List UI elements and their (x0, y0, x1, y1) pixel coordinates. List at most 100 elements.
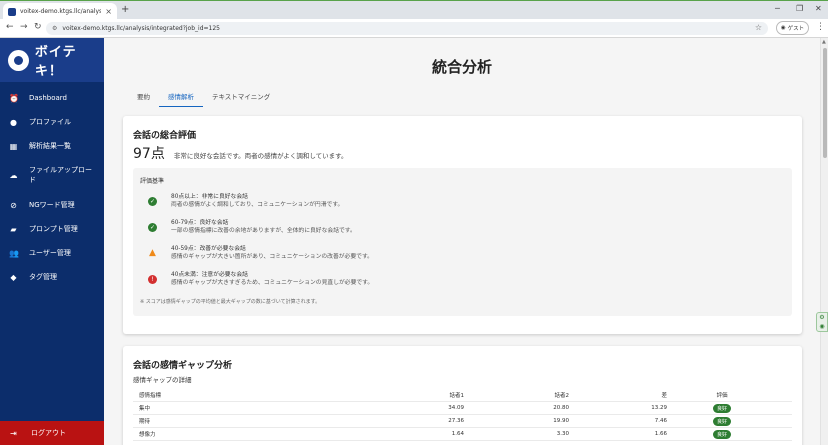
cell-speaker2: 20.80 (553, 405, 569, 411)
alarm-icon: ⏰ (9, 93, 19, 103)
sidebar-item-label: ファイルアップロード (29, 166, 92, 184)
score-row: 97点 非常に良好な会話です。両者の感情がよく調和しています。 (133, 143, 348, 163)
sidebar-item-users[interactable]: 👥 ユーザー管理 (0, 248, 104, 258)
criteria-title: 40-59点：改善が必要な会話 (171, 246, 246, 252)
sidebar: ボイテキ！ ⏰ Dashboard ● プロファイル ▦ 解析結果一覧 ☁ ファ… (0, 38, 104, 445)
block-icon: ⊘ (10, 200, 17, 210)
criteria-title: 80点以上：非常に良好な会話 (171, 194, 248, 200)
cell-speaker2: 3.30 (556, 431, 569, 437)
cell-speaker1: 27.36 (448, 418, 464, 424)
column-header: 評価 (716, 393, 728, 399)
sidebar-item-label: プロファイル (29, 118, 71, 126)
page-title: 統合分析 (431, 58, 492, 76)
browser-tab[interactable]: voitex-demo.ktgs.llc/analysis/c × (3, 3, 117, 20)
column-header: 話者1 (449, 393, 465, 399)
new-tab-icon[interactable]: + (121, 4, 129, 15)
check-circle-icon: ✓ (148, 222, 157, 232)
scroll-up-icon[interactable]: ▲ (822, 39, 826, 45)
scrollbar-thumb[interactable] (823, 48, 827, 158)
logout-button[interactable]: ⇥ ログアウト (0, 421, 104, 445)
sidebar-item-ngword[interactable]: ⊘ NGワード管理 (0, 200, 104, 210)
sidebar-item-dashboard[interactable]: ⏰ Dashboard (0, 93, 104, 103)
table-row: 想像力 1.64 3.30 1.66 良好 (133, 428, 792, 441)
sidebar-item-results[interactable]: ▦ 解析結果一覧 (0, 141, 104, 151)
overall-description: 非常に良好な会話です。両者の感情がよく調和しています。 (173, 152, 348, 160)
error-icon: ! (148, 274, 157, 284)
cell-speaker2: 19.90 (553, 418, 569, 424)
app-logo[interactable]: ボイテキ！ (0, 38, 104, 82)
sidebar-item-prompt[interactable]: ▰ プロンプト管理 (0, 224, 104, 234)
cell-speaker1: 1.64 (451, 431, 464, 437)
criteria-title: 60-79点：良好な会話 (171, 220, 229, 226)
cell-diff: 1.66 (654, 431, 667, 437)
table-row: 集中 34.09 20.80 13.29 良好 (133, 402, 792, 415)
close-icon[interactable]: × (105, 7, 112, 16)
sidebar-item-label: ユーザー管理 (29, 249, 71, 257)
group-icon: 👥 (9, 248, 19, 258)
column-header: 差 (661, 393, 667, 399)
forward-icon[interactable]: → (20, 22, 28, 32)
tab-text-mining[interactable]: テキストマイニング (203, 88, 279, 107)
column-header: 感情指標 (139, 393, 162, 399)
overall-evaluation-card: 会話の総合評価 97点 非常に良好な会話です。両者の感情がよく調和しています。 … (123, 116, 802, 334)
tag-icon: ◆ (10, 272, 17, 282)
tab-emotion[interactable]: 感情解析 (159, 88, 203, 107)
minimize-icon[interactable]: ─ (775, 4, 780, 13)
sidebar-item-upload[interactable]: ☁ ファイルアップロード (0, 165, 104, 185)
criteria-desc: 感情のギャップが大きすぎるため、コミュニケーションの見直しが必要です。 (171, 280, 374, 286)
criteria-item: ✓ 80点以上：非常に良好な会話 両者の感情がよく調和しており、コミュニケーショ… (148, 193, 343, 209)
rating-badge: 良好 (712, 429, 731, 439)
column-header: 話者2 (554, 393, 570, 399)
person-icon: ● (10, 117, 17, 127)
criteria-item: ✓ 60-79点：良好な会話 一部の感情指標に改善の余地がありますが、全体的に良… (148, 219, 356, 235)
sidebar-item-tags[interactable]: ◆ タグ管理 (0, 272, 104, 282)
overall-score: 97点 (133, 146, 165, 162)
side-widget[interactable]: ⚙ ◉ (816, 312, 828, 332)
url-text: voitex-demo.ktgs.llc/analysis/integrated… (62, 25, 220, 32)
cloud-upload-icon: ☁ (9, 170, 18, 180)
sidebar-item-label: プロンプト管理 (29, 225, 78, 233)
sidebar-item-label: NGワード管理 (29, 201, 75, 209)
cell-name: 期待 (139, 419, 151, 425)
bookmark-star-icon[interactable]: ☆ (755, 23, 762, 32)
tab-summary[interactable]: 要約 (128, 88, 159, 107)
gap-table: 感情指標 話者1 話者2 差 評価 集中 34.09 20.80 13.29 良… (133, 389, 792, 441)
check-circle-icon: ✓ (148, 196, 157, 206)
sidebar-item-label: Dashboard (29, 94, 67, 102)
gap-analysis-card: 会話の感情ギャップ分析 感情ギャップの詳細 感情指標 話者1 話者2 差 評価 … (123, 346, 802, 445)
criteria-item: ▲ 40-59点：改善が必要な会話 感情のギャップが大きい箇所があり、コミュニケ… (148, 245, 373, 261)
criteria-desc: 一部の感情指標に改善の余地がありますが、全体的に良好な会話です。 (171, 228, 356, 234)
main-content: 統合分析 要約 感情解析 テキストマイニング 会話の総合評価 97点 非常に良好… (104, 38, 820, 445)
site-info-icon[interactable]: ⚙ (52, 25, 57, 32)
window-close-icon[interactable]: ✕ (815, 4, 822, 13)
cell-name: 集中 (139, 406, 151, 412)
page-scrollbar[interactable]: ▲ (820, 38, 828, 445)
reload-icon[interactable]: ↻ (34, 22, 42, 32)
favicon-icon (8, 7, 16, 16)
browser-address-bar: ← → ↻ ⚙ voitex-demo.ktgs.llc/analysis/in… (0, 19, 828, 38)
profile-button[interactable]: ◉ ゲスト (776, 21, 809, 35)
criteria-note: ※ スコアは感情ギャップの平均値と最大ギャップの数に基づいて計算されます。 (140, 299, 321, 305)
chat-icon: ▰ (10, 224, 17, 234)
url-field[interactable]: ⚙ voitex-demo.ktgs.llc/analysis/integrat… (46, 22, 768, 35)
browser-tab-title: voitex-demo.ktgs.llc/analysis/c (20, 8, 102, 15)
sidebar-item-profile[interactable]: ● プロファイル (0, 117, 104, 127)
grid-icon: ▦ (9, 141, 18, 151)
criteria-desc: 両者の感情がよく調和しており、コミュニケーションが円滑です。 (171, 202, 344, 208)
cell-diff: 7.46 (654, 418, 667, 424)
browser-tab-bar: voitex-demo.ktgs.llc/analysis/c × + ─ ❐ … (0, 0, 828, 20)
warning-icon: ▲ (149, 248, 156, 258)
rating-badge: 良好 (712, 416, 731, 426)
profile-label: ゲスト (787, 26, 805, 32)
criteria-box: 評価基準 ✓ 80点以上：非常に良好な会話 両者の感情がよく調和しており、コミュ… (133, 168, 792, 316)
criteria-heading: 評価基準 (140, 178, 165, 185)
restore-icon[interactable]: ❐ (796, 4, 803, 13)
browser-menu-icon[interactable]: ⋮ (816, 22, 825, 32)
settings-icon[interactable]: ⚙ (819, 314, 824, 321)
record-icon[interactable]: ◉ (819, 323, 824, 330)
back-icon[interactable]: ← (6, 22, 14, 32)
sidebar-item-label: タグ管理 (29, 273, 57, 281)
cell-diff: 13.29 (651, 405, 667, 411)
overall-title: 会話の総合評価 (133, 131, 197, 141)
criteria-desc: 感情のギャップが大きい箇所があり、コミュニケーションの改善が必要です。 (171, 254, 373, 260)
